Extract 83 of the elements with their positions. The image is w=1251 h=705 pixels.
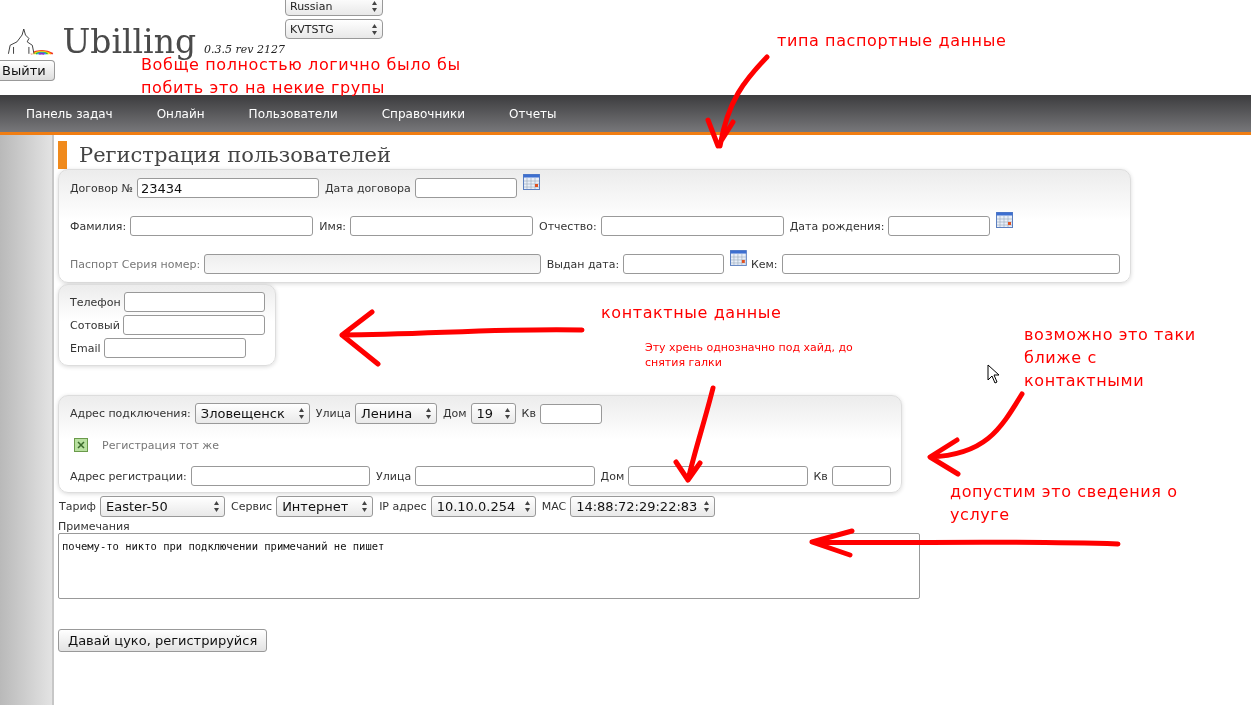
nav-link[interactable]: Отчеты (509, 106, 557, 121)
field-label: Email (70, 341, 101, 355)
text-field[interactable] (350, 216, 534, 236)
calendar-icon[interactable] (730, 250, 747, 266)
annotation-text: Эту хрень однозначно под хайд, до снятия галки (645, 340, 854, 370)
title-accent-bar (58, 141, 67, 169)
field-label: Договор № (70, 181, 133, 195)
app-title: Ubilling (62, 25, 197, 58)
text-field[interactable] (414, 178, 517, 198)
text-field[interactable] (628, 466, 808, 486)
field-label: Тариф (59, 500, 96, 513)
spinner-arrows-icon (361, 500, 369, 513)
field-label: Фамилия: (70, 219, 127, 233)
annotation-text: типа паспортные данные (777, 30, 1008, 52)
language-select[interactable]: Russian (285, 0, 383, 16)
field-label: Кв (813, 469, 828, 483)
text-field[interactable] (415, 466, 595, 486)
notes-label: Примечания (58, 520, 130, 533)
version-label: 0.3.5 rev 2127 (204, 43, 285, 56)
calendar-icon[interactable] (996, 212, 1014, 228)
spinner-arrows-icon (424, 407, 432, 420)
field-label: Кв (521, 407, 536, 420)
field-label: Улица (376, 469, 412, 483)
annotation-text: возможно это таки ближе с контактными (1024, 324, 1197, 392)
annotation-text: допустим это сведения о услуге (950, 481, 1179, 526)
mouse-pointer-icon (987, 364, 1000, 384)
field-label: IP адрес (379, 500, 427, 513)
field-label: Телефон (70, 295, 121, 309)
text-field[interactable] (122, 315, 265, 335)
checkbox-label: Регистрация тот же (102, 438, 219, 452)
field-label: Дата договора (324, 181, 411, 195)
select-field[interactable]: 14:88:72:29:22:83 (570, 496, 716, 517)
field-label: Имя: (319, 219, 347, 233)
annotation-text: контактные данные (601, 302, 783, 324)
field-label: Адрес подключения: (70, 407, 191, 420)
field-label: Дата рождения: (789, 219, 885, 233)
select-field[interactable]: Интернет (276, 496, 374, 517)
text-field[interactable] (204, 254, 541, 274)
database-select[interactable]: KVTSTG (285, 19, 383, 39)
field-label: MAC (541, 500, 567, 513)
calendar-icon[interactable] (522, 174, 540, 190)
nav-link[interactable]: Панель задач (26, 106, 113, 121)
select-field[interactable]: Зловещенск (194, 403, 310, 424)
field-label: Улица (315, 407, 351, 420)
notes-textarea[interactable]: почему-то никто при подключении примечаний не пишет (58, 533, 920, 599)
text-field[interactable] (539, 403, 602, 424)
nav-link[interactable]: Онлайн (156, 106, 205, 121)
spinner-arrows-icon (213, 500, 220, 513)
spinner-arrows-icon (523, 500, 531, 513)
text-field[interactable] (123, 292, 265, 312)
field-label: Паспорт Серия номер: (70, 257, 201, 271)
text-field[interactable] (103, 338, 246, 358)
select-field[interactable]: Ленина (354, 403, 437, 424)
text-field[interactable] (623, 254, 725, 274)
text-field[interactable] (781, 254, 1120, 274)
field-label: Сотовый (70, 318, 120, 332)
field-label: Дом (442, 407, 467, 420)
spinner-arrows-icon (297, 407, 305, 420)
spinner-arrows-icon (371, 22, 378, 36)
field-label: Отчество: (539, 219, 597, 233)
text-field[interactable] (600, 216, 784, 236)
register-button[interactable]: Давай цуко, регистрируйся (58, 629, 268, 652)
checkbox[interactable] (74, 438, 88, 452)
text-field[interactable] (888, 216, 991, 236)
text-field[interactable] (831, 466, 891, 486)
field-label: Сервис (231, 500, 273, 513)
logout-button[interactable]: Выйти (0, 60, 55, 81)
nav-link[interactable]: Справочники (381, 106, 466, 121)
select-field[interactable]: Easter-50 (100, 496, 225, 517)
spinner-arrows-icon (503, 407, 511, 420)
field-label: Адрес регистрации: (70, 469, 187, 483)
field-label: Выдан дата: (546, 257, 620, 271)
nav-link[interactable]: Пользователи (248, 106, 338, 121)
field-label: Кем: (751, 257, 778, 271)
text-field[interactable] (130, 216, 314, 236)
select-field[interactable]: 19 (470, 403, 516, 424)
spinner-arrows-icon (371, 0, 378, 13)
text-field[interactable] (190, 466, 371, 486)
field-label: Дом (600, 469, 625, 483)
page-title: Регистрация пользователей (79, 143, 391, 167)
select-field[interactable]: 10.10.0.254 (430, 496, 536, 517)
text-field[interactable]: 23434 (136, 178, 319, 198)
spinner-arrows-icon (703, 500, 711, 513)
